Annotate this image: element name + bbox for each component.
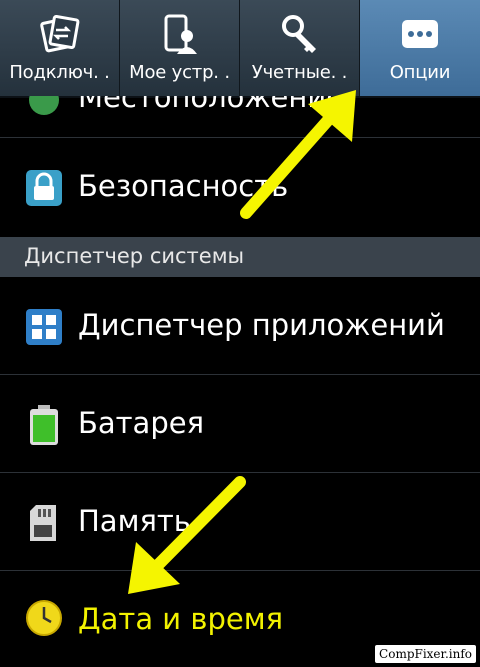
accounts-icon — [281, 15, 316, 53]
tab-connections[interactable]: Подключ. . — [0, 0, 120, 96]
app-grid-icon — [26, 309, 62, 345]
list-item-storage[interactable]: Память — [0, 473, 480, 571]
lock-icon — [26, 170, 62, 206]
connections-icon — [39, 14, 79, 53]
list-item-location-label: Местоположение — [78, 96, 345, 114]
tab-my-device[interactable]: Мое устр. . — [120, 0, 240, 96]
tab-accounts[interactable]: Учетные. . — [240, 0, 360, 96]
section-header-system-manager: Диспетчер системы — [0, 237, 480, 277]
tab-options-label: Опции — [389, 62, 451, 83]
tab-accounts-label: Учетные. . — [251, 62, 348, 83]
tab-connections-label: Подключ. . — [9, 62, 110, 83]
list-item-app-manager-label: Диспетчер приложений — [78, 308, 445, 342]
list-item-security-label: Безопасность — [78, 169, 289, 203]
tab-my-device-label: Мое устр. . — [129, 62, 230, 83]
list-item-battery-label: Батарея — [78, 406, 205, 440]
watermark: CompFixer.info — [375, 645, 476, 663]
my-device-icon — [164, 14, 197, 54]
list-item-battery[interactable]: Батарея — [0, 375, 480, 473]
list-item-storage-label: Память — [78, 504, 191, 538]
clock-icon — [26, 600, 62, 636]
battery-icon — [30, 405, 58, 445]
section-header-label: Диспетчер системы — [24, 244, 245, 268]
list-item-app-manager[interactable]: Диспетчер приложений — [0, 277, 480, 375]
tab-bar: Подключ. . Мое устр. . Учетные. . Опции — [0, 0, 480, 98]
tab-options[interactable]: Опции — [360, 0, 480, 96]
list-item-date-time-label: Дата и время — [78, 602, 284, 636]
options-icon — [402, 20, 438, 48]
location-icon — [29, 96, 59, 115]
list-item-location[interactable]: Местоположение — [0, 96, 480, 138]
list-item-security[interactable]: Безопасность — [0, 138, 480, 237]
sd-card-icon — [30, 505, 56, 541]
